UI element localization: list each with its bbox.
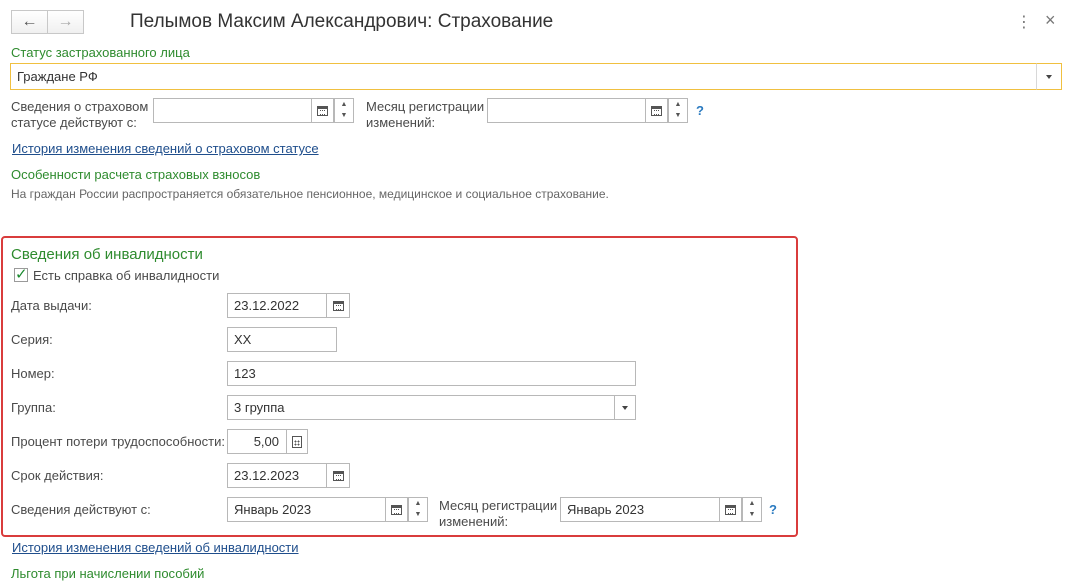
contributions-heading: Особенности расчета страховых взносов: [11, 167, 261, 182]
disability-month-label: Месяц регистрации изменений:: [439, 498, 558, 529]
calendar-icon[interactable]: [385, 497, 408, 522]
group-label: Группа:: [11, 400, 56, 415]
disability-effective-label: Сведения действуют с:: [11, 502, 151, 517]
checkmark-icon: ✓: [15, 266, 28, 283]
insured-status-label: Статус застрахованного лица: [11, 45, 190, 60]
issue-date-input[interactable]: 23.12.2022: [227, 293, 350, 318]
status-history-link[interactable]: История изменения сведений о страховом с…: [12, 141, 319, 156]
chevron-down-icon[interactable]: [614, 395, 636, 420]
window-title: Пелымов Максим Александрович: Страховани…: [130, 11, 554, 32]
status-month-label: Месяц регистрации изменений:: [366, 99, 485, 130]
group-select[interactable]: 3 группа: [227, 395, 636, 420]
disability-month-stepper[interactable]: ▲ ▼: [742, 497, 762, 522]
disability-effective-stepper[interactable]: ▲ ▼: [408, 497, 428, 522]
forward-button[interactable]: →: [47, 10, 84, 34]
status-effective-label: Сведения о страховом статусе действуют с…: [11, 99, 149, 130]
more-menu-icon[interactable]: ⋮: [1016, 12, 1032, 32]
status-effective-date-input[interactable]: [153, 98, 334, 123]
number-label: Номер:: [11, 366, 55, 381]
validity-date-input[interactable]: 23.12.2023: [227, 463, 350, 488]
calendar-icon[interactable]: [326, 463, 350, 488]
series-label: Серия:: [11, 332, 53, 347]
insured-status-value: Граждане РФ: [17, 69, 98, 84]
series-input[interactable]: ХХ: [227, 327, 337, 352]
validity-label: Срок действия:: [11, 468, 104, 483]
insured-status-select[interactable]: Граждане РФ: [10, 63, 1062, 90]
has-certificate-label: Есть справка об инвалидности: [33, 268, 220, 283]
calendar-icon[interactable]: [645, 98, 668, 123]
close-icon[interactable]: ×: [1045, 10, 1056, 31]
arrow-left-icon: ←: [21, 13, 38, 30]
percent-input[interactable]: 5,00: [227, 429, 308, 454]
back-button[interactable]: ←: [11, 10, 48, 34]
help-icon[interactable]: ?: [696, 103, 704, 118]
status-month-stepper[interactable]: ▲ ▼: [668, 98, 688, 123]
issue-date-label: Дата выдачи:: [11, 298, 92, 313]
status-effective-stepper[interactable]: ▲ ▼: [334, 98, 354, 123]
chevron-down-icon[interactable]: [1036, 63, 1062, 90]
calculator-icon[interactable]: [286, 429, 308, 454]
calendar-icon[interactable]: [311, 98, 334, 123]
has-certificate-checkbox[interactable]: ✓: [14, 266, 28, 283]
percent-label: Процент потери трудоспособности:: [11, 434, 225, 449]
help-icon[interactable]: ?: [769, 502, 777, 517]
disability-heading: Сведения об инвалидности: [11, 246, 203, 263]
arrow-right-icon: →: [57, 13, 74, 30]
calendar-icon[interactable]: [326, 293, 350, 318]
disability-month-input[interactable]: Январь 2023: [560, 497, 742, 522]
calendar-icon[interactable]: [719, 497, 742, 522]
contributions-text: На граждан России распространяется обяза…: [11, 187, 609, 201]
disability-history-link[interactable]: История изменения сведений об инвалиднос…: [12, 540, 299, 555]
benefits-heading: Льгота при начислении пособий: [11, 566, 205, 581]
status-month-input[interactable]: [487, 98, 668, 123]
disability-effective-input[interactable]: Январь 2023: [227, 497, 408, 522]
number-input[interactable]: 123: [227, 361, 636, 386]
